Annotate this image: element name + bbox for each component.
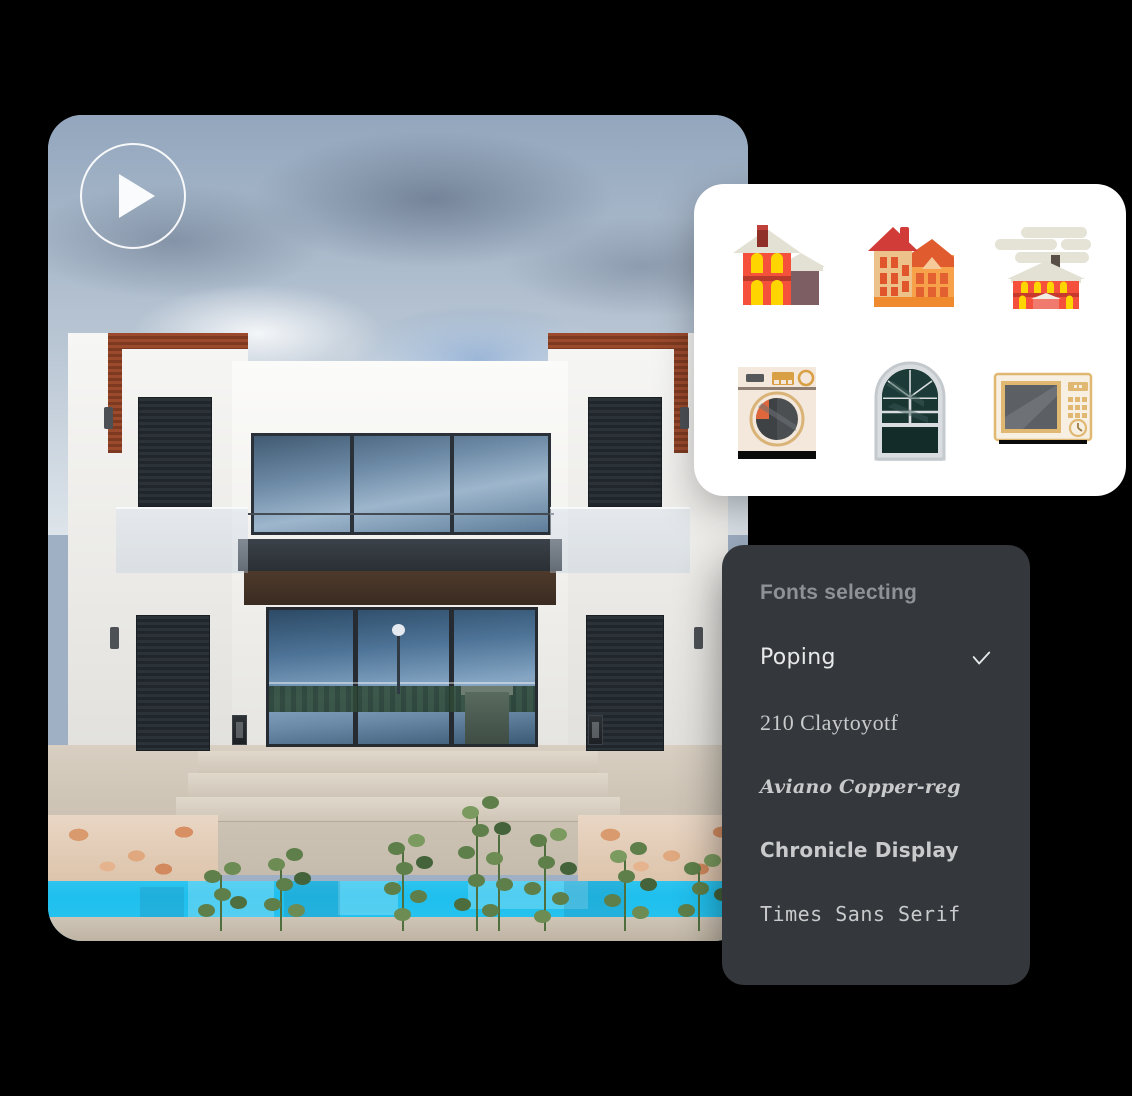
- houses-icon: [866, 223, 954, 315]
- step: [188, 773, 608, 798]
- wall-lamp: [694, 627, 703, 649]
- glass-balustrade-right: [550, 507, 690, 573]
- play-button[interactable]: [80, 143, 186, 249]
- louvre-door-upper-left: [138, 397, 212, 507]
- balcony-slab: [238, 539, 562, 571]
- wood-soffit: [244, 571, 556, 605]
- wall-lamp: [680, 407, 689, 429]
- play-triangle-icon: [119, 174, 155, 218]
- font-option-label: 210 Claytoyotf: [760, 710, 899, 735]
- fonts-panel-title: Fonts selecting: [760, 581, 918, 604]
- wall-lamp: [104, 407, 113, 429]
- check-icon: [972, 651, 991, 664]
- font-option-label: Chronicle Display: [760, 838, 959, 862]
- font-option-claytoyotf[interactable]: 210 Claytoyotf: [760, 710, 992, 736]
- icon-cell-washing-machine[interactable]: [710, 340, 843, 482]
- icon-cell-house[interactable]: [710, 198, 843, 340]
- wall-lamp: [110, 627, 119, 649]
- icon-cell-window[interactable]: [843, 340, 976, 482]
- step: [198, 751, 598, 774]
- house-icon: [729, 223, 825, 315]
- washing-machine-icon: [734, 363, 820, 459]
- louvre-door-upper-right: [588, 397, 662, 507]
- font-option-times-sans-serif[interactable]: Times Sans Serif: [760, 902, 992, 926]
- wood-trim-left-side: [108, 333, 122, 453]
- font-option-label: Aviano Copper-reg: [760, 776, 961, 798]
- wood-trim-right-side: [674, 333, 688, 453]
- icon-picker-panel[interactable]: [694, 184, 1126, 496]
- property-video-card[interactable]: [48, 115, 748, 941]
- garden-lantern: [588, 715, 603, 745]
- step: [176, 797, 620, 822]
- wood-trim-left-top: [108, 333, 248, 349]
- icon-cell-house-with-smoke[interactable]: [977, 198, 1110, 340]
- lower-window-wall: [266, 607, 538, 747]
- house-with-smoke-icon: [993, 223, 1093, 315]
- wood-trim-right-top: [548, 333, 688, 349]
- icon-cell-houses[interactable]: [843, 198, 976, 340]
- font-option-label: Poping: [760, 645, 836, 670]
- font-option-label: Times Sans Serif: [760, 902, 961, 926]
- microwave-icon: [993, 372, 1093, 450]
- font-option-chronicle-display[interactable]: Chronicle Display: [760, 838, 992, 862]
- garden-lantern: [232, 715, 247, 745]
- stone-wall-left: [48, 815, 218, 881]
- fonts-selecting-panel[interactable]: Fonts selecting Poping 210 Claytoyotf Av…: [722, 545, 1030, 985]
- font-option-poping[interactable]: Poping: [760, 645, 992, 670]
- icon-cell-microwave[interactable]: [977, 340, 1110, 482]
- glass-balustrade-left: [116, 507, 248, 573]
- entry-door-left: [136, 615, 210, 751]
- window-icon: [872, 359, 948, 463]
- font-option-aviano-copper-reg[interactable]: Aviano Copper-reg: [760, 776, 992, 798]
